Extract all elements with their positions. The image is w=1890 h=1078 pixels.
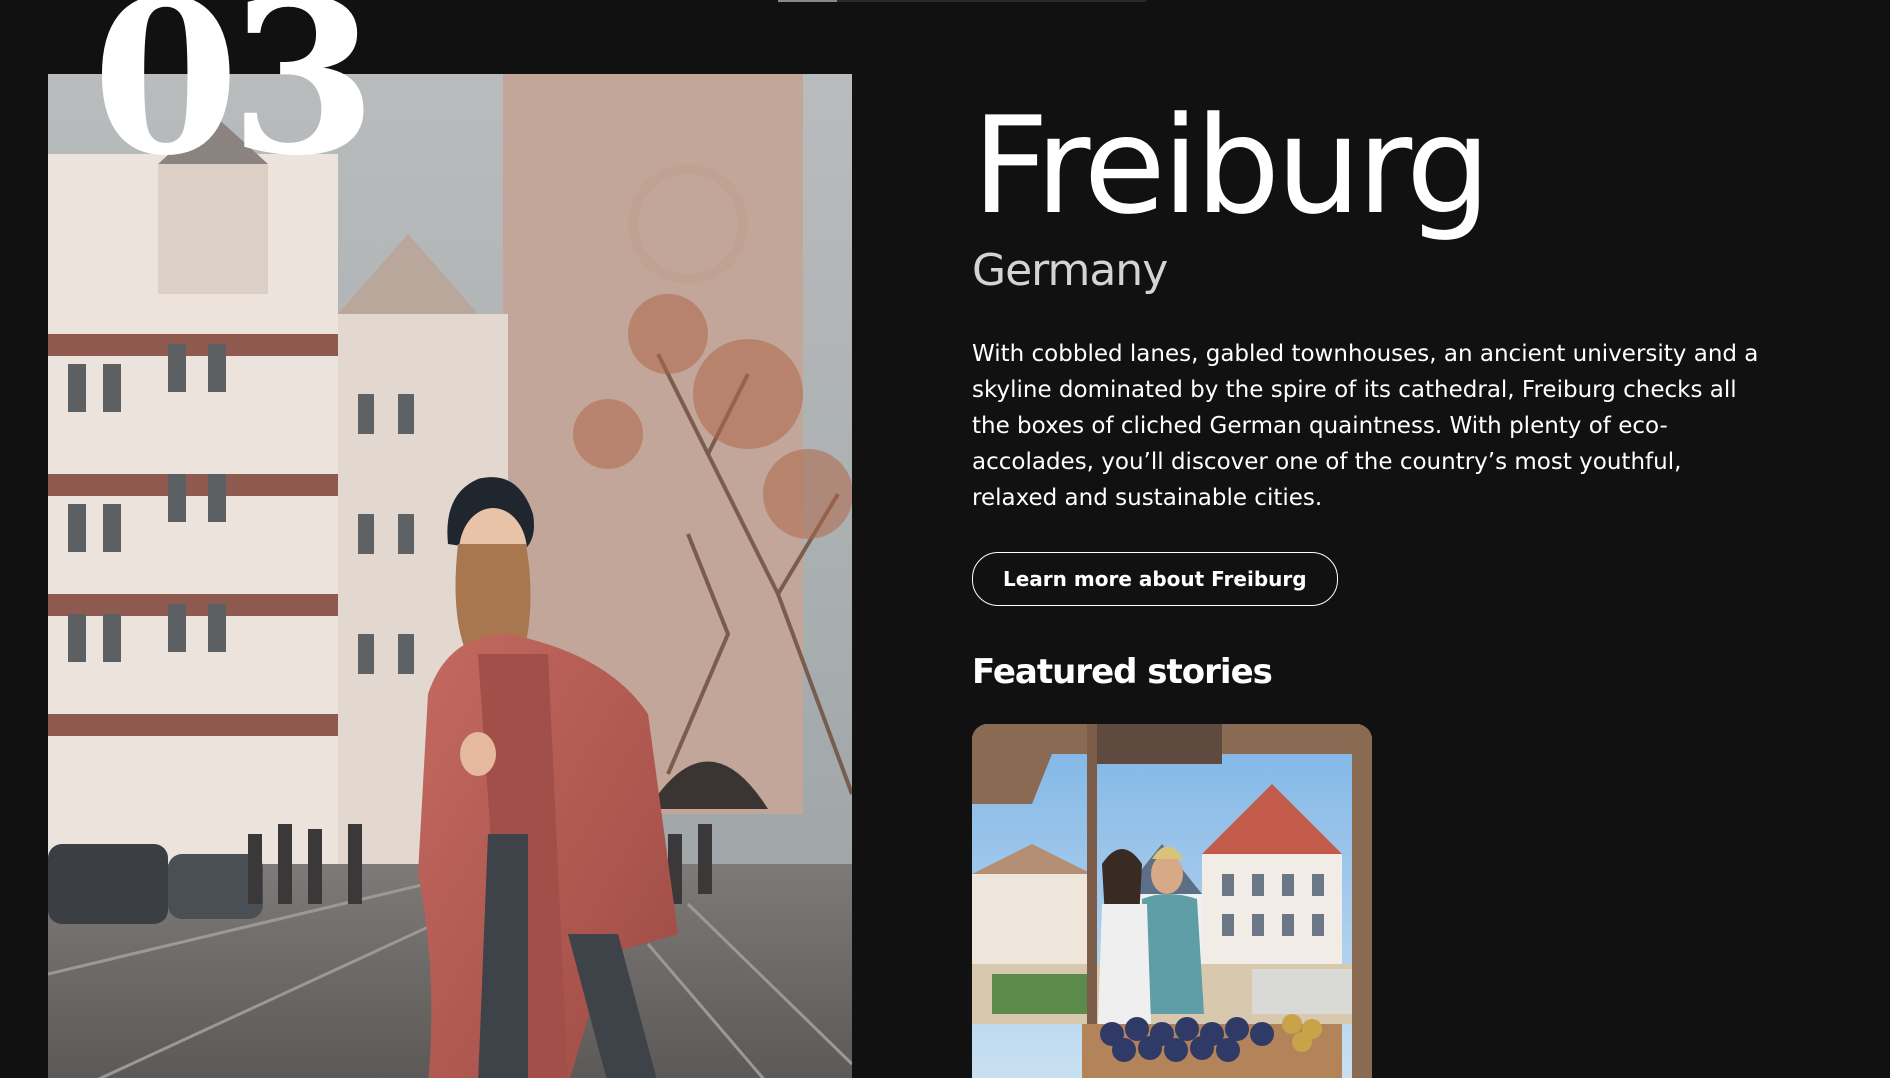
slide-progress-fill (778, 0, 837, 2)
slide-progress-bar (778, 0, 1146, 2)
hero-photo (48, 74, 852, 1078)
learn-more-button[interactable]: Learn more about Freiburg (972, 551, 1338, 606)
slide-index-number: 03 (92, 0, 377, 202)
featured-story-card[interactable] (972, 724, 1372, 1078)
destination-info: Freiburg Germany With cobbled lanes, gab… (972, 96, 1772, 692)
destination-description: With cobbled lanes, gabled townhouses, a… (972, 340, 1759, 511)
city-title: Freiburg (972, 88, 1491, 244)
country-label: Germany (972, 244, 1168, 296)
destination-slide: 03 Freiburg Germany With cobbled lanes, … (0, 0, 1890, 1078)
featured-stories-heading: Featured stories (972, 651, 1273, 692)
